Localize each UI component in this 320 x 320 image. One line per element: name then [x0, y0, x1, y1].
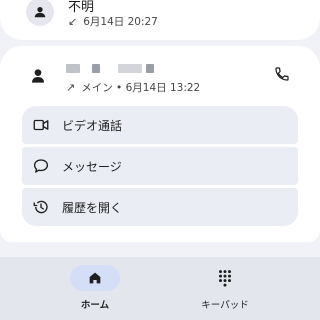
missed-call-arrow-icon: ↙ [68, 15, 78, 28]
redacted-name-part [118, 64, 142, 73]
home-icon [89, 272, 101, 284]
open-history-action[interactable]: 履歴を開く [22, 188, 298, 226]
nav-home-label: ホーム [80, 300, 110, 311]
history-icon [32, 198, 50, 216]
call-time: メイン • 6月14日 13:22 [81, 82, 201, 94]
video-icon [32, 116, 50, 134]
video-call-label: ビデオ通話 [62, 118, 123, 133]
message-action[interactable]: メッセージ [22, 147, 298, 185]
redacted-name-part [146, 64, 154, 73]
open-history-label: 履歴を開く [62, 200, 123, 215]
message-label: メッセージ [62, 159, 122, 174]
call-meta: ↙ 6月14日 20:27 [68, 14, 158, 29]
nav-keypad-indicator [200, 265, 250, 291]
contact-name: 不明 [68, 0, 95, 15]
nav-home-indicator [70, 265, 120, 291]
bottom-navigation: ホーム キーパッド [0, 257, 320, 320]
message-icon [32, 157, 50, 175]
phone-icon [275, 67, 289, 81]
outgoing-call-arrow-icon: ↗ [66, 81, 76, 94]
contact-avatar [24, 62, 52, 90]
call-meta: ↗ メイン • 6月14日 13:22 [66, 80, 200, 95]
redacted-name-part [66, 64, 80, 73]
nav-keypad[interactable]: キーパッド [175, 265, 275, 317]
person-icon [32, 69, 44, 83]
video-call-action[interactable]: ビデオ通話 [22, 106, 298, 144]
person-icon [34, 7, 46, 18]
keypad-icon [219, 270, 231, 287]
redacted-name-part [92, 64, 100, 73]
nav-home[interactable]: ホーム [45, 265, 145, 317]
call-time: 6月14日 20:27 [83, 16, 158, 28]
call-button[interactable] [272, 64, 292, 84]
nav-keypad-label: キーパッド [201, 300, 249, 311]
